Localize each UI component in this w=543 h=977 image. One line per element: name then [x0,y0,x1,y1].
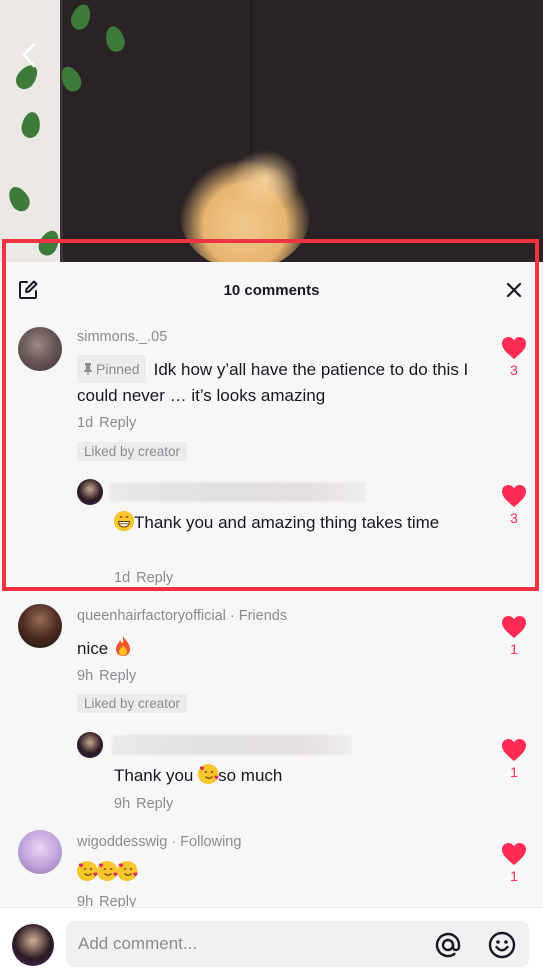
comment-text: Pinned Idk how y’all have the patience to… [77,355,487,409]
comment-username[interactable]: wigoddesswig · Following [77,834,241,850]
relation-tag: · Following [171,834,242,850]
comment-text [77,860,138,886]
comments-count-title: 10 comments [223,281,320,299]
like-count: 3 [510,510,518,526]
avatar[interactable] [18,604,62,648]
close-icon [506,282,522,298]
comment-time: 1d [114,570,131,586]
pinned-label: Pinned [96,361,140,377]
like-button[interactable]: 1 [499,842,529,884]
like-count: 1 [510,764,518,780]
comment-time: 9h [77,668,94,684]
comment-time: 9h [114,796,131,812]
reply-button[interactable]: Reply [99,668,136,684]
edit-button[interactable] [17,279,39,301]
comment-text: nice [77,635,133,662]
chevron-left-icon [22,42,36,68]
heart-icon [502,616,526,638]
comments-panel: 10 comments simmons._.05 Pinned Idk how y… [0,262,543,977]
back-button[interactable] [14,40,44,70]
mention-button[interactable] [434,931,462,959]
reply-text: Thank you and amazing thing takes time [114,510,474,536]
close-button[interactable] [503,279,525,301]
like-count: 1 [510,641,518,657]
redacted-username [110,482,366,502]
my-avatar [12,924,54,966]
edit-icon [19,280,38,299]
comment-time: 1d [77,415,94,431]
panel-header: 10 comments [0,262,543,318]
grinning-emoji-icon [114,511,134,531]
comment-meta: 1d Reply [77,415,136,431]
comment-username[interactable]: simmons._.05 [77,329,167,345]
heart-icon [502,843,526,865]
video-background [0,0,543,262]
reply-button[interactable]: Reply [99,415,136,431]
reply-button[interactable]: Reply [136,796,173,812]
comment-meta: 9h Reply [77,668,136,684]
relation-tag: · Friends [229,608,288,624]
heart-icon [502,739,526,761]
avatar[interactable] [77,732,103,758]
avatar[interactable] [77,479,103,505]
liked-by-creator-badge: Liked by creator [77,442,188,461]
reply-text-content: Thank you and amazing thing takes time [134,513,440,532]
like-button[interactable]: 3 [499,336,529,378]
redacted-username [112,735,352,755]
like-count: 3 [510,362,518,378]
pinned-badge: Pinned [77,355,146,383]
smiling-face-with-hearts-icon [117,861,138,881]
smiling-face-with-hearts-icon [97,861,118,881]
liked-by-creator-badge: Liked by creator [77,694,188,713]
like-count: 1 [510,868,518,884]
reply-text: Thank you so much [114,764,283,785]
smiling-face-with-hearts-icon [198,764,219,784]
comment-composer [0,907,543,977]
comment-meta: 1d Reply [114,570,173,586]
smiley-icon [488,931,516,959]
comment-meta: 9h Reply [114,796,173,812]
at-sign-icon [435,932,461,958]
reply-button[interactable]: Reply [136,570,173,586]
heart-icon [502,337,526,359]
pin-icon [84,363,92,375]
comment-username[interactable]: queenhairfactoryofficial · Friends [77,608,287,624]
avatar[interactable] [18,830,62,874]
heart-icon [502,485,526,507]
avatar[interactable] [18,327,62,371]
smiling-face-with-hearts-icon [77,861,98,881]
like-button[interactable]: 1 [499,738,529,780]
like-button[interactable]: 1 [499,615,529,657]
fire-emoji-icon [113,635,133,656]
like-button[interactable]: 3 [499,484,529,526]
emoji-button[interactable] [488,931,516,959]
